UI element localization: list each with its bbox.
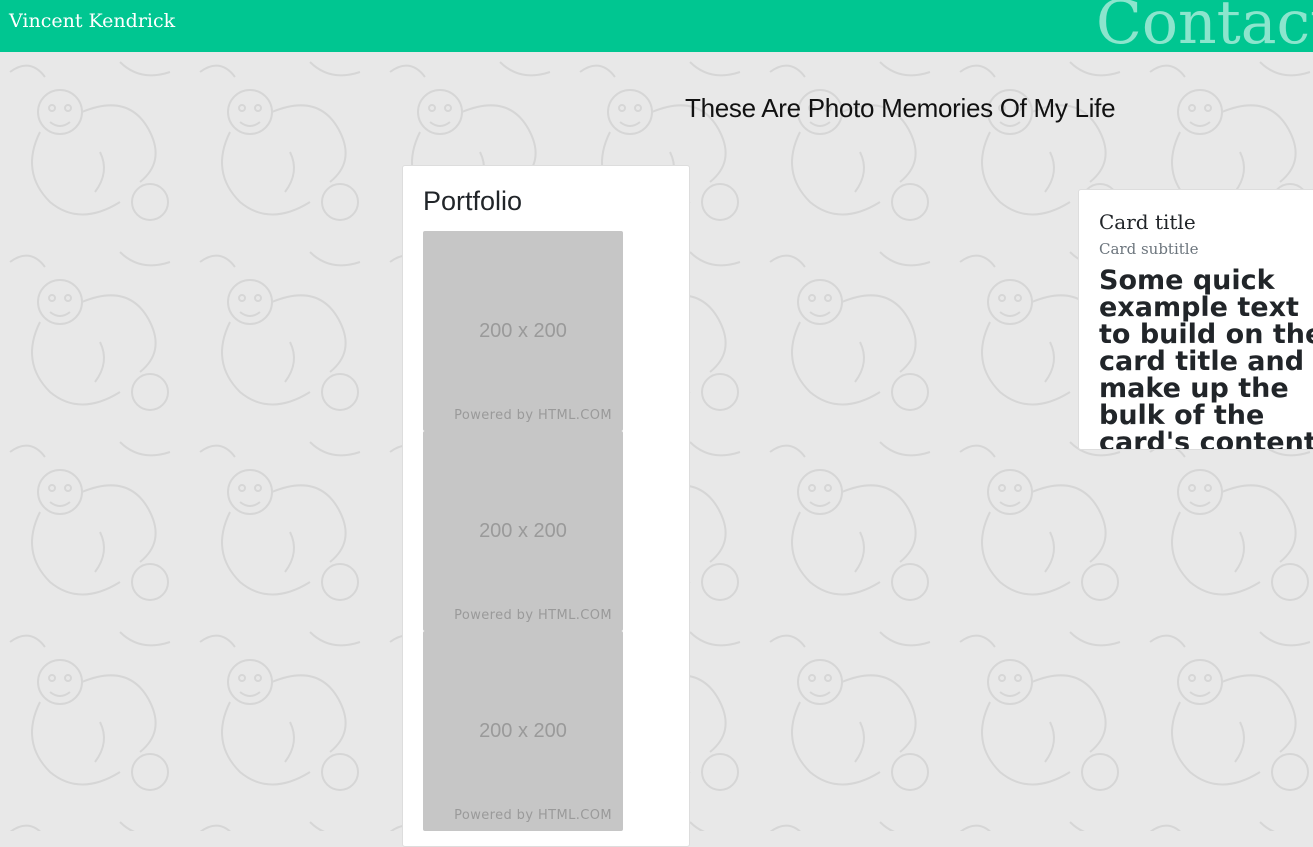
photo-placeholder: 200 x 200 Powered by HTML.COM [423,631,623,831]
brand-link[interactable]: Vincent Kendrick [9,10,175,32]
photo-size-label: 200 x 200 [479,320,567,342]
photo-credit: Powered by HTML.COM [454,608,612,623]
top-navbar: Vincent Kendrick Contact [0,0,1313,52]
card-title: Card title [1099,210,1196,234]
page-headline: These Are Photo Memories Of My Life [685,93,1116,123]
photo-size-label: 200 x 200 [479,520,567,542]
portfolio-title: Portfolio [423,186,523,216]
portfolio-card: Portfolio 200 x 200 Powered by HTML.COM … [402,165,690,847]
photo-credit: Powered by HTML.COM [454,408,612,423]
nav-contact-link[interactable]: Contact [1096,0,1313,52]
photo-placeholder: 200 x 200 Powered by HTML.COM [423,431,623,631]
photo-credit: Powered by HTML.COM [454,808,612,823]
photo-placeholder: 200 x 200 Powered by HTML.COM [423,231,623,431]
card-text: Some quick example text to build on the … [1099,265,1313,450]
photo-size-label: 200 x 200 [479,720,567,742]
card-subtitle: Card subtitle [1099,240,1199,258]
info-card: Card title Card subtitle Some quick exam… [1078,189,1313,450]
